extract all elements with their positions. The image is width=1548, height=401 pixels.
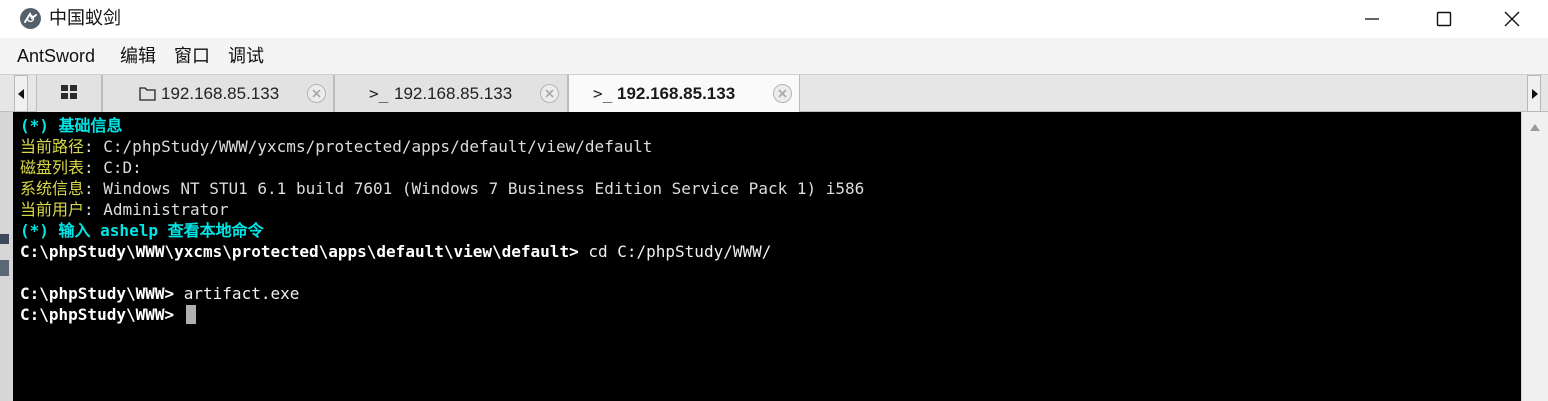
info-header: (*) 基础信息 (20, 116, 123, 135)
command-line: C:\phpStudy\WWW\yxcms\protected\apps\def… (20, 242, 772, 261)
tab-close-button[interactable] (307, 84, 326, 103)
tab-file-manager[interactable]: 192.168.85.133 (102, 75, 334, 112)
close-icon (545, 89, 554, 98)
menu-bar: AntSword 编辑 窗口 调试 (0, 38, 1548, 74)
chevron-left-icon (18, 89, 24, 99)
tab-close-button[interactable] (540, 84, 559, 103)
menu-window[interactable]: 窗口 (174, 46, 210, 66)
tab-scroll-right-button[interactable] (1527, 75, 1541, 112)
menu-antsword[interactable]: AntSword (17, 46, 95, 66)
text-cursor (185, 305, 196, 324)
tab-close-button[interactable] (773, 84, 792, 103)
info-row-path: 当前路径: C:/phpStudy/WWW/yxcms/protected/ap… (20, 137, 653, 156)
help-hint: (*) 输入 ashelp 查看本地命令 (20, 221, 264, 240)
tab-label: 192.168.85.133 (161, 84, 280, 103)
background-window-edge (0, 112, 13, 401)
terminal-scrollbar[interactable] (1521, 112, 1548, 401)
tab-scroll-left-button[interactable] (14, 75, 28, 112)
antsword-logo-icon (20, 8, 41, 29)
info-row-drives: 磁盘列表: C:D: (20, 158, 142, 177)
title-bar: 中国蚁剑 (0, 0, 1548, 38)
info-row-user: 当前用户: Administrator (20, 200, 229, 219)
minimize-icon (1365, 18, 1379, 20)
terminal-icon: >_ (593, 84, 613, 103)
chevron-right-icon (1532, 89, 1538, 99)
command-input-line[interactable]: C:\phpStudy\WWW> (20, 304, 196, 325)
menu-edit[interactable]: 编辑 (120, 46, 156, 66)
terminal-output[interactable]: (*) 基础信息 当前路径: C:/phpStudy/WWW/yxcms/pro… (13, 112, 1521, 401)
tab-strip: 192.168.85.133 >_ 192.168.85.133 >_ 192.… (0, 74, 1548, 112)
tab-label: 192.168.85.133 (617, 84, 736, 103)
tab-label: 192.168.85.133 (394, 84, 513, 103)
tab-home-grid[interactable] (36, 75, 102, 112)
grid-icon (61, 85, 78, 100)
tab-terminal-1[interactable]: >_ 192.168.85.133 (334, 75, 568, 112)
close-button[interactable] (1476, 0, 1548, 38)
window-title: 中国蚁剑 (49, 8, 121, 28)
scroll-up-icon (1530, 124, 1540, 131)
close-icon (1504, 11, 1520, 27)
terminal-icon: >_ (369, 84, 389, 103)
close-icon (778, 89, 787, 98)
menu-debug[interactable]: 调试 (228, 46, 264, 66)
info-row-system: 系统信息: Windows NT STU1 6.1 build 7601 (Wi… (20, 179, 865, 198)
minimize-button[interactable] (1336, 0, 1408, 38)
command-line: C:\phpStudy\WWW> artifact.exe (20, 284, 300, 303)
maximize-button[interactable] (1408, 0, 1480, 38)
tab-terminal-2[interactable]: >_ 192.168.85.133 (568, 75, 800, 112)
maximize-icon (1436, 11, 1452, 27)
folder-icon (139, 87, 156, 101)
close-icon (312, 89, 321, 98)
